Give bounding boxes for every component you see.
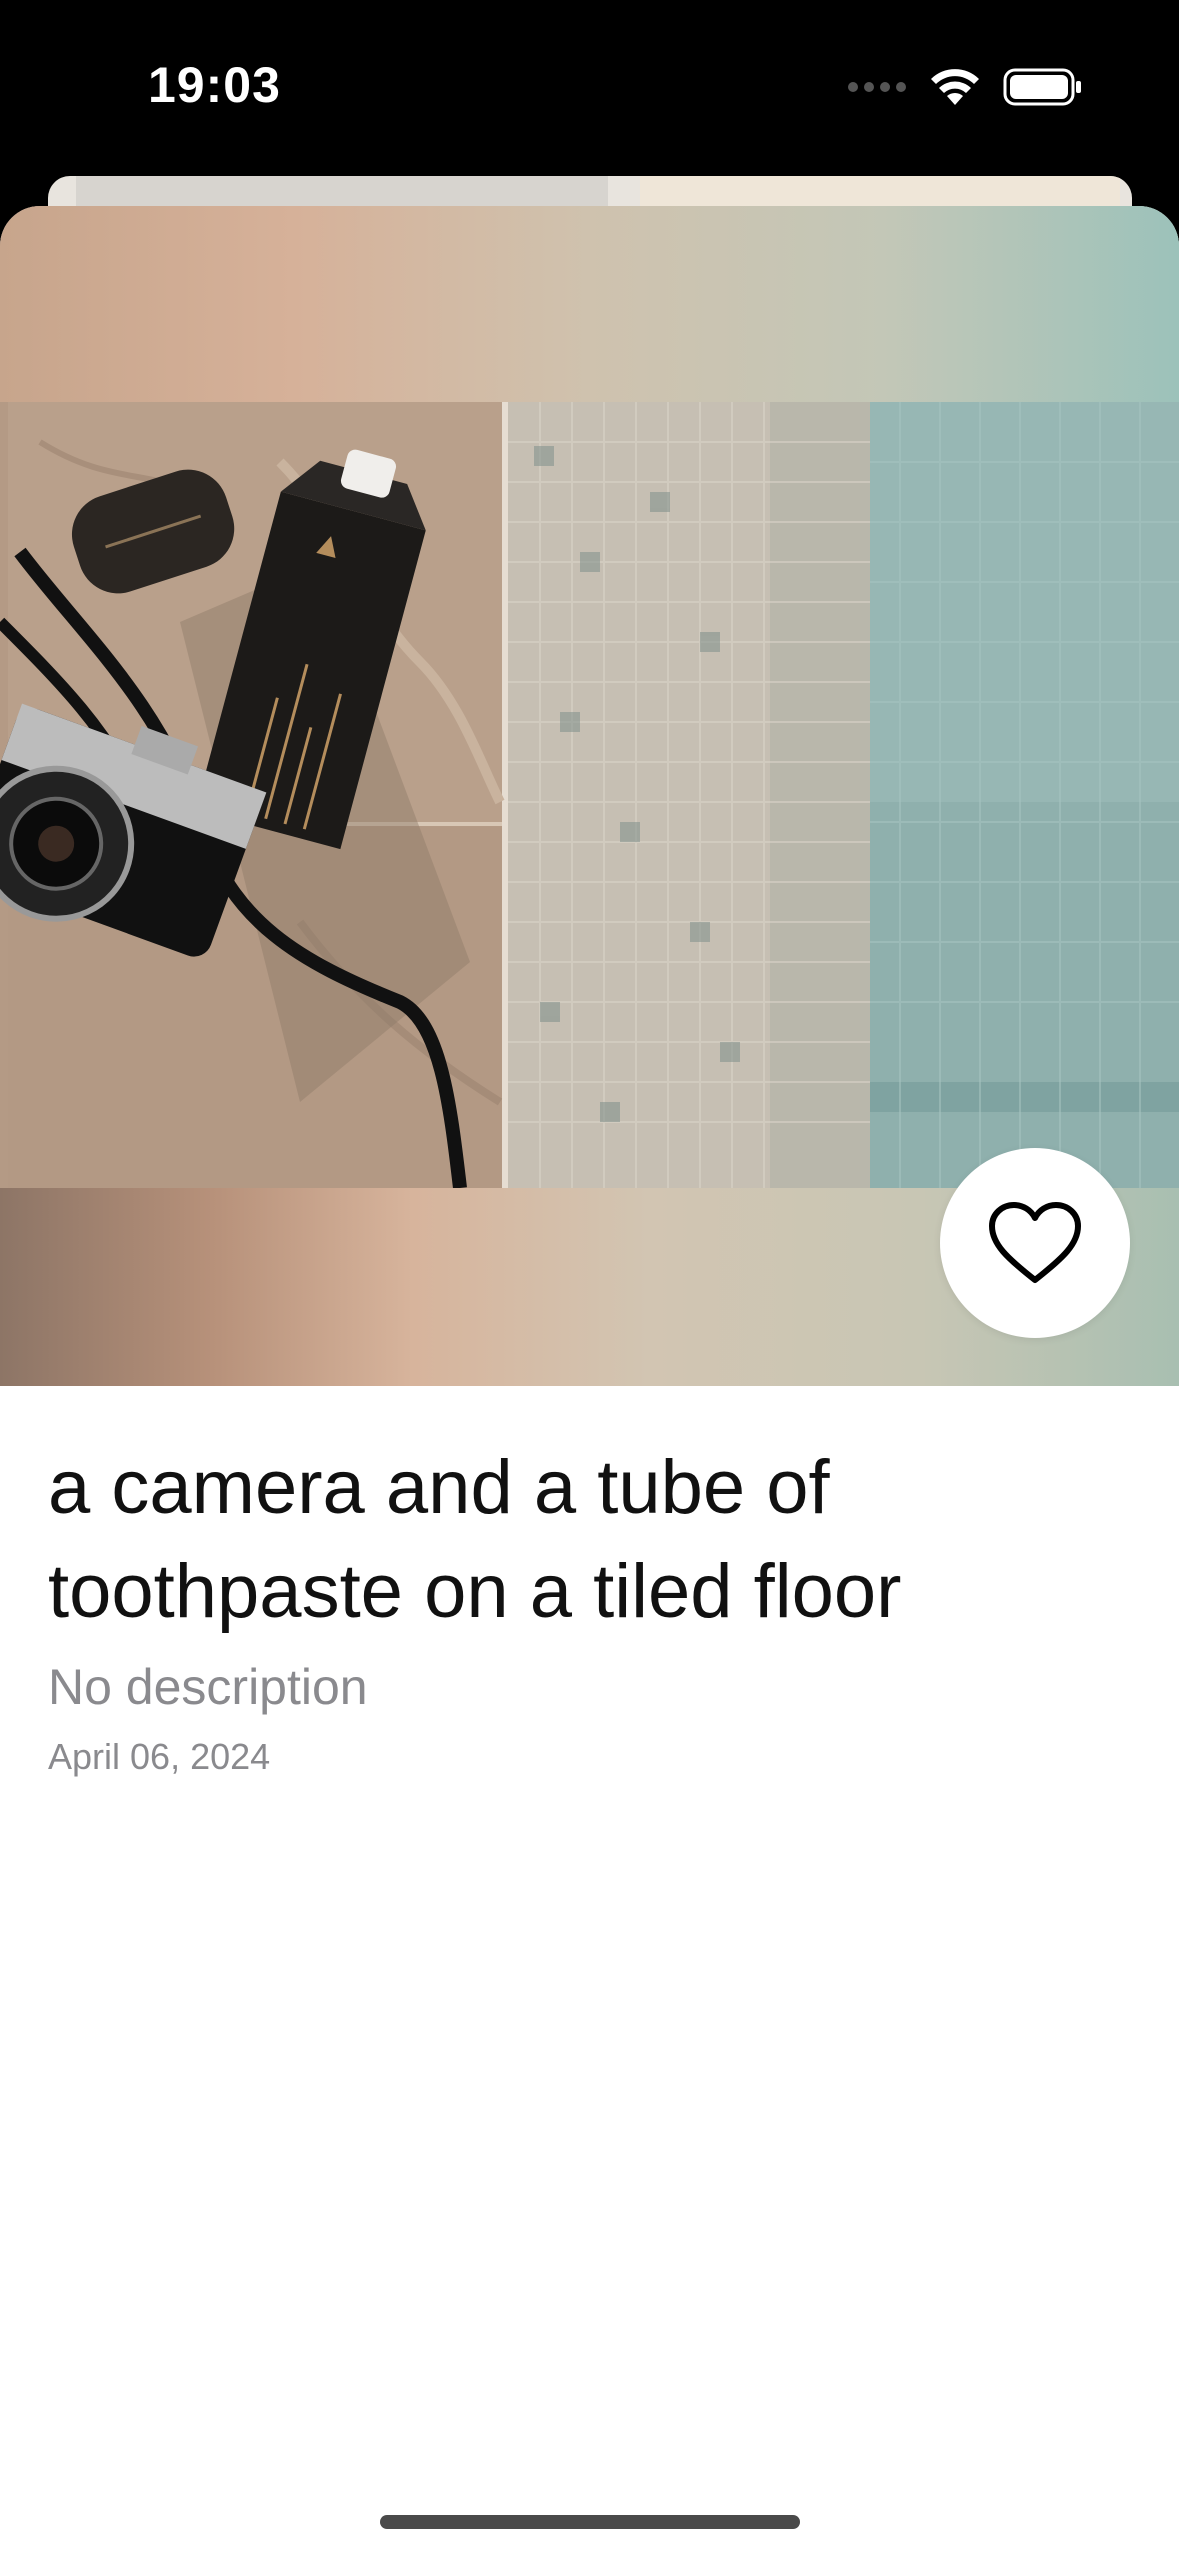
signal-dots-icon <box>848 82 906 92</box>
home-indicator[interactable] <box>380 2515 800 2529</box>
battery-icon <box>1003 68 1081 106</box>
photo-title: a camera and a tube of toothpaste on a t… <box>48 1445 902 1634</box>
photo-description: No description <box>48 1659 368 1715</box>
status-time: 19:03 <box>148 57 281 113</box>
status-bar: 19:03 <box>0 0 1179 200</box>
status-icons <box>847 66 1083 108</box>
hero-backdrop <box>0 206 1179 1386</box>
detail-sheet: a camera and a tube of toothpaste on a t… <box>0 206 1179 2556</box>
photo-date: April 06, 2024 <box>48 1736 271 1777</box>
hero-blur-top <box>0 206 1179 402</box>
favorite-button[interactable] <box>940 1148 1130 1338</box>
wifi-icon <box>931 69 979 105</box>
photo-image <box>0 402 1179 1188</box>
heart-icon <box>989 1202 1081 1283</box>
